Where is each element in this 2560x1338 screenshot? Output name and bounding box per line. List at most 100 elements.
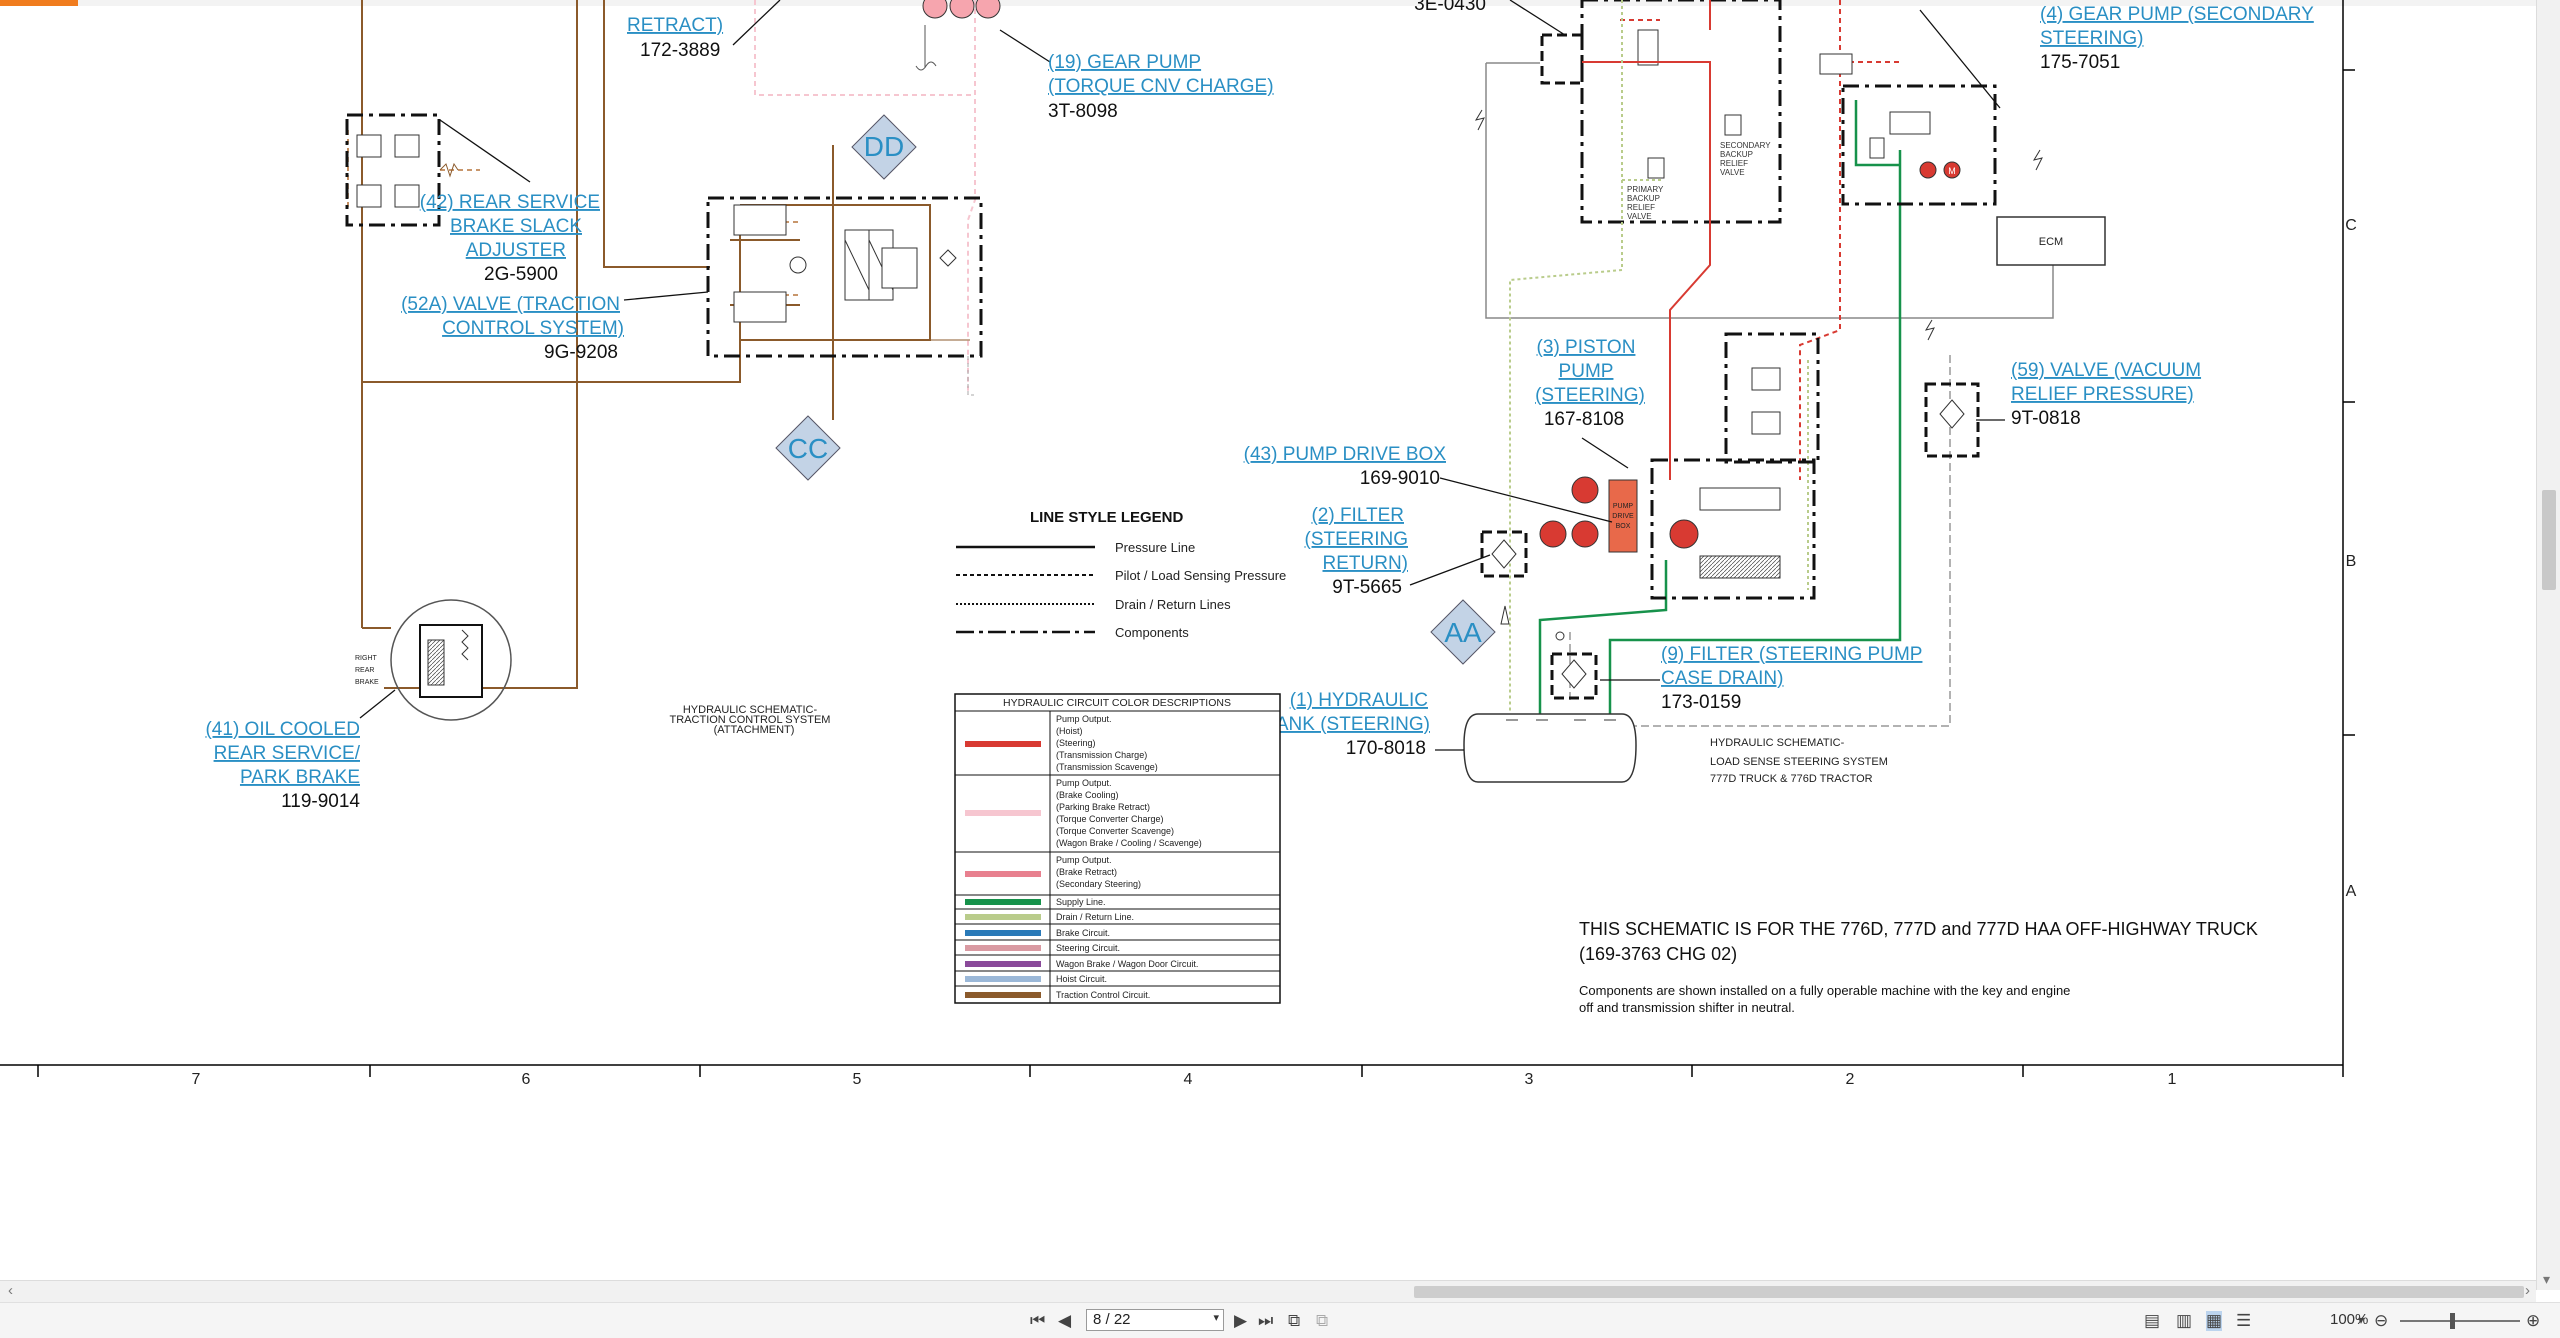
callout-42-line1[interactable]: (42) REAR SERVICE bbox=[420, 192, 600, 213]
color-row-1-line-5: (Transmission Scavenge) bbox=[1056, 762, 1158, 772]
signal-icon-mid bbox=[1924, 319, 1935, 341]
callout-41-line1[interactable]: (41) OIL COOLED bbox=[205, 719, 360, 740]
note-line-2: (169-3763 CHG 02) bbox=[1579, 944, 1737, 964]
pressure-lines-red bbox=[1582, 0, 1711, 480]
callout-1-line2[interactable]: TANK (STEERING) bbox=[1266, 714, 1430, 735]
pilot-lines-red bbox=[1620, 0, 1900, 480]
ruler-row-a: A bbox=[2346, 883, 2357, 900]
color-row-10-line-1: Traction Control Circuit. bbox=[1056, 990, 1150, 1000]
zoom-out-icon[interactable]: ⊖ bbox=[2374, 1311, 2388, 1331]
vertical-scrollbar[interactable]: ▾ bbox=[2536, 0, 2560, 1290]
color-row-2-line-4: (Torque Converter Charge) bbox=[1056, 814, 1164, 824]
connector-aa: AA bbox=[1430, 599, 1496, 665]
next-page-icon[interactable]: ▶ bbox=[1234, 1311, 1247, 1331]
filter-9-symbol bbox=[1550, 631, 1598, 700]
document-canvas: 7 6 5 4 3 2 1 C B A DD CC AA SECONDARY B… bbox=[0, 0, 2536, 1270]
steering-title-2: LOAD SENSE STEERING SYSTEM bbox=[1710, 756, 1888, 768]
color-row-1-line-4: (Transmission Charge) bbox=[1056, 750, 1147, 760]
color-row-1-line-1: Pump Output. bbox=[1056, 714, 1112, 724]
horizontal-scroll-thumb[interactable] bbox=[1414, 1286, 2524, 1298]
viewer-status-bar: ⏮ ◀ 8 / 22 ▾ ▶ ⏭ ⧉ ⧉ ▤ ▥ ▦ ☰ 100% ▾ ⊖ ⊕ bbox=[0, 1302, 2560, 1338]
zoom-dropdown-icon[interactable]: ▾ bbox=[2358, 1313, 2364, 1327]
scroll-mode-icon[interactable]: ☰ bbox=[2236, 1311, 2251, 1331]
callout-2-line3[interactable]: RETURN) bbox=[1323, 553, 1409, 574]
callout-42-part: 2G-5900 bbox=[484, 264, 558, 285]
callout-3-line3[interactable]: (STEERING) bbox=[1535, 385, 1645, 406]
color-row-2-line-3: (Parking Brake Retract) bbox=[1056, 802, 1150, 812]
zoom-in-icon[interactable]: ⊕ bbox=[2526, 1311, 2540, 1331]
callout-59-part: 9T-0818 bbox=[2011, 408, 2081, 429]
primary-relief-label-4: VALVE bbox=[1627, 212, 1652, 221]
view-icon[interactable]: ⧉ bbox=[1288, 1311, 1300, 1331]
callout-retract-line1[interactable]: RETRACT) bbox=[627, 15, 723, 36]
hydraulic-schematic: 7 6 5 4 3 2 1 C B A DD CC AA SECONDARY B… bbox=[0, 0, 2357, 1088]
secondary-relief-label-2: BACKUP bbox=[1720, 150, 1753, 159]
callout-52a-line1[interactable]: (52A) VALVE (TRACTION bbox=[401, 294, 620, 315]
callout-3-line2[interactable]: PUMP bbox=[1559, 361, 1614, 382]
zoom-slider-knob[interactable] bbox=[2450, 1313, 2455, 1329]
callout-41-line3[interactable]: PARK BRAKE bbox=[240, 767, 360, 788]
color-legend-table: HYDRAULIC CIRCUIT COLOR DESCRIPTIONS Pum… bbox=[954, 693, 1281, 1004]
callout-9-part: 173-0159 bbox=[1661, 692, 1741, 713]
prev-page-icon[interactable]: ◀ bbox=[1058, 1311, 1071, 1331]
single-page-icon[interactable]: ▤ bbox=[2144, 1311, 2160, 1331]
color-row-2-line-5: (Torque Converter Scavenge) bbox=[1056, 826, 1174, 836]
last-page-icon[interactable]: ⏭ bbox=[1258, 1311, 1273, 1331]
callout-4-part: 175-7051 bbox=[2040, 52, 2120, 73]
scroll-right-arrow-icon[interactable]: › bbox=[2525, 1282, 2530, 1299]
horizontal-scrollbar[interactable]: ‹ › bbox=[0, 1280, 2536, 1303]
color-row-8-line-1: Wagon Brake / Wagon Door Circuit. bbox=[1056, 959, 1198, 969]
ruler-col-4: 4 bbox=[1184, 1071, 1193, 1088]
fit-page-icon[interactable]: ▦ bbox=[2206, 1311, 2223, 1331]
compare-icon[interactable]: ⧉ bbox=[1316, 1311, 1328, 1331]
scroll-left-arrow-icon[interactable]: ‹ bbox=[8, 1282, 13, 1299]
pump-drive-box-label-1: PUMP bbox=[1613, 503, 1634, 510]
page-dropdown-icon[interactable]: ▾ bbox=[1213, 1311, 1219, 1324]
callout-59-line2[interactable]: RELIEF PRESSURE) bbox=[2011, 384, 2194, 405]
callout-43-line1[interactable]: (43) PUMP DRIVE BOX bbox=[1244, 444, 1447, 465]
secondary-relief-label-4: VALVE bbox=[1720, 168, 1745, 177]
connector-dd: DD bbox=[851, 114, 917, 180]
color-row-5-line-1: Drain / Return Line. bbox=[1056, 912, 1134, 922]
ruler-col-7: 7 bbox=[192, 1071, 201, 1088]
color-row-1-line-2: (Hoist) bbox=[1056, 726, 1083, 736]
callout-42-line3[interactable]: ADJUSTER bbox=[466, 240, 566, 261]
vertical-scroll-thumb[interactable] bbox=[2542, 490, 2556, 590]
secondary-relief-label-1: SECONDARY bbox=[1720, 141, 1771, 150]
right-rear-brake-label-1: RIGHT bbox=[355, 655, 378, 662]
ruler-col-6: 6 bbox=[522, 1071, 531, 1088]
leader-lines-left bbox=[359, 0, 1051, 719]
callout-2-line2[interactable]: (STEERING bbox=[1305, 529, 1408, 550]
callout-9-line1[interactable]: (9) FILTER (STEERING PUMP bbox=[1661, 644, 1922, 665]
color-row-4-line-1: Supply Line. bbox=[1056, 897, 1106, 907]
ruler-row-c: C bbox=[2345, 217, 2357, 234]
traction-valve-52a-symbol bbox=[706, 196, 983, 358]
zoom-slider-track[interactable] bbox=[2400, 1320, 2520, 1322]
ecm-box: ECM bbox=[1996, 216, 2106, 266]
first-page-icon[interactable]: ⏮ bbox=[1030, 1311, 1045, 1331]
callout-42-line2[interactable]: BRAKE SLACK bbox=[450, 216, 582, 237]
callout-41-line2[interactable]: REAR SERVICE/ bbox=[214, 743, 361, 764]
callout-3-line1[interactable]: (3) PISTON bbox=[1537, 337, 1636, 358]
callout-59-line1[interactable]: (59) VALVE (VACUUM bbox=[2011, 360, 2201, 381]
callout-19-line2[interactable]: (TORQUE CNV CHARGE) bbox=[1048, 76, 1274, 97]
color-row-9-line-1: Hoist Circuit. bbox=[1056, 974, 1107, 984]
callout-1-line1[interactable]: (1) HYDRAULIC bbox=[1290, 690, 1428, 711]
color-row-2-line-1: Pump Output. bbox=[1056, 778, 1112, 788]
ecm-label: ECM bbox=[2039, 236, 2063, 248]
page-number-input[interactable]: 8 / 22 ▾ bbox=[1086, 1309, 1224, 1331]
callout-19-line1[interactable]: (19) GEAR PUMP bbox=[1048, 52, 1201, 73]
drain-lines-green bbox=[1509, 0, 1809, 720]
scroll-down-arrow-icon[interactable]: ▾ bbox=[2543, 1271, 2550, 1288]
callout-4-line1[interactable]: (4) GEAR PUMP (SECONDARY bbox=[2040, 4, 2314, 25]
color-row-2-line-2: (Brake Cooling) bbox=[1056, 790, 1119, 800]
filter-2-symbol bbox=[1480, 530, 1528, 625]
callout-52a-line2[interactable]: CONTROL SYSTEM) bbox=[442, 318, 624, 339]
callout-2-line1[interactable]: (2) FILTER bbox=[1311, 505, 1404, 526]
two-page-icon[interactable]: ▥ bbox=[2176, 1311, 2192, 1331]
traction-title-3: (ATTACHMENT) bbox=[714, 724, 795, 736]
callout-9-line2[interactable]: CASE DRAIN) bbox=[1661, 668, 1783, 689]
signal-icon-left bbox=[1474, 109, 1485, 131]
secondary-relief-label-3: RELIEF bbox=[1720, 159, 1748, 168]
callout-4-line2[interactable]: STEERING) bbox=[2040, 28, 2143, 49]
